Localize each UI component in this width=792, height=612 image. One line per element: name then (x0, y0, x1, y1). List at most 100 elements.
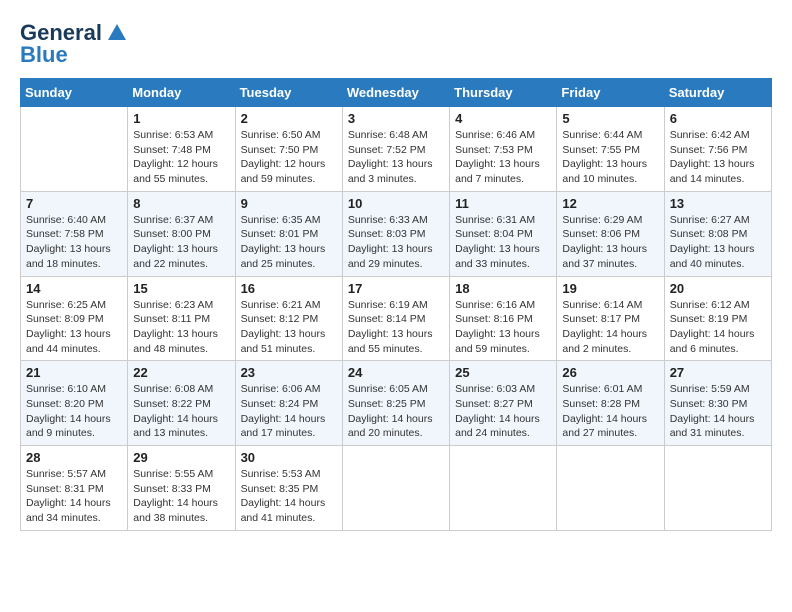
day-of-week-saturday: Saturday (664, 79, 771, 107)
calendar-cell: 3 Sunrise: 6:48 AM Sunset: 7:52 PM Daylig… (342, 107, 449, 192)
calendar-cell (664, 446, 771, 531)
day-of-week-thursday: Thursday (450, 79, 557, 107)
cell-content: Sunrise: 6:25 AM Sunset: 8:09 PM Dayligh… (26, 298, 122, 357)
calendar-cell: 13Sunrise: 6:27 AM Sunset: 8:08 PM Dayli… (664, 191, 771, 276)
day-number: 2 (241, 111, 337, 126)
day-of-week-tuesday: Tuesday (235, 79, 342, 107)
calendar-cell: 7 Sunrise: 6:40 AM Sunset: 7:58 PM Daylig… (21, 191, 128, 276)
page-header: General Blue (20, 20, 772, 68)
calendar-cell: 19 Sunrise: 6:14 AM Sunset: 8:17 PM Dayli… (557, 276, 664, 361)
calendar-week-1: 1Sunrise: 6:53 AM Sunset: 7:48 PM Daylig… (21, 107, 772, 192)
calendar-cell: 18Sunrise: 6:16 AM Sunset: 8:16 PM Dayli… (450, 276, 557, 361)
day-number: 1 (133, 111, 229, 126)
logo: General Blue (20, 20, 128, 68)
calendar-cell: 1Sunrise: 6:53 AM Sunset: 7:48 PM Daylig… (128, 107, 235, 192)
calendar-cell: 22Sunrise: 6:08 AM Sunset: 8:22 PM Dayli… (128, 361, 235, 446)
calendar-cell: 27 Sunrise: 5:59 AM Sunset: 8:30 PM Dayli… (664, 361, 771, 446)
day-number: 6 (670, 111, 766, 126)
calendar-cell: 10Sunrise: 6:33 AM Sunset: 8:03 PM Dayli… (342, 191, 449, 276)
calendar-header-row: SundayMondayTuesdayWednesdayThursdayFrid… (21, 79, 772, 107)
cell-content: Sunrise: 6:21 AM Sunset: 8:12 PM Dayligh… (241, 298, 337, 357)
calendar-cell: 20 Sunrise: 6:12 AM Sunset: 8:19 PM Dayli… (664, 276, 771, 361)
day-number: 11 (455, 196, 551, 211)
cell-content: Sunrise: 6:50 AM Sunset: 7:50 PM Dayligh… (241, 128, 337, 187)
day-number: 30 (241, 450, 337, 465)
cell-content: Sunrise: 6:46 AM Sunset: 7:53 PM Dayligh… (455, 128, 551, 187)
cell-content: Sunrise: 5:59 AM Sunset: 8:30 PM Dayligh… (670, 382, 766, 441)
day-number: 9 (241, 196, 337, 211)
day-number: 5 (562, 111, 658, 126)
day-number: 7 (26, 196, 122, 211)
calendar-cell: 28 Sunrise: 5:57 AM Sunset: 8:31 PM Dayli… (21, 446, 128, 531)
cell-content: Sunrise: 6:01 AM Sunset: 8:28 PM Dayligh… (562, 382, 658, 441)
day-number: 20 (670, 281, 766, 296)
day-number: 14 (26, 281, 122, 296)
calendar-cell: 29 Sunrise: 5:55 AM Sunset: 8:33 PM Dayli… (128, 446, 235, 531)
day-number: 10 (348, 196, 444, 211)
day-of-week-wednesday: Wednesday (342, 79, 449, 107)
logo-icon (106, 22, 128, 44)
cell-content: Sunrise: 5:53 AM Sunset: 8:35 PM Dayligh… (241, 467, 337, 526)
calendar-week-2: 7 Sunrise: 6:40 AM Sunset: 7:58 PM Daylig… (21, 191, 772, 276)
calendar-cell: 2 Sunrise: 6:50 AM Sunset: 7:50 PM Daylig… (235, 107, 342, 192)
calendar-cell (342, 446, 449, 531)
cell-content: Sunrise: 6:08 AM Sunset: 8:22 PM Dayligh… (133, 382, 229, 441)
calendar-cell (450, 446, 557, 531)
cell-content: Sunrise: 6:37 AM Sunset: 8:00 PM Dayligh… (133, 213, 229, 272)
cell-content: Sunrise: 6:10 AM Sunset: 8:20 PM Dayligh… (26, 382, 122, 441)
day-number: 19 (562, 281, 658, 296)
day-number: 25 (455, 365, 551, 380)
calendar-cell (557, 446, 664, 531)
day-number: 24 (348, 365, 444, 380)
calendar-cell: 5 Sunrise: 6:44 AM Sunset: 7:55 PM Daylig… (557, 107, 664, 192)
calendar-week-4: 21 Sunrise: 6:10 AM Sunset: 8:20 PM Dayli… (21, 361, 772, 446)
calendar-cell: 23 Sunrise: 6:06 AM Sunset: 8:24 PM Dayli… (235, 361, 342, 446)
calendar-cell: 12 Sunrise: 6:29 AM Sunset: 8:06 PM Dayli… (557, 191, 664, 276)
cell-content: Sunrise: 6:42 AM Sunset: 7:56 PM Dayligh… (670, 128, 766, 187)
day-of-week-monday: Monday (128, 79, 235, 107)
calendar-cell: 4Sunrise: 6:46 AM Sunset: 7:53 PM Daylig… (450, 107, 557, 192)
calendar-cell: 17 Sunrise: 6:19 AM Sunset: 8:14 PM Dayli… (342, 276, 449, 361)
day-number: 26 (562, 365, 658, 380)
calendar-week-3: 14 Sunrise: 6:25 AM Sunset: 8:09 PM Dayli… (21, 276, 772, 361)
cell-content: Sunrise: 5:57 AM Sunset: 8:31 PM Dayligh… (26, 467, 122, 526)
calendar-cell: 30 Sunrise: 5:53 AM Sunset: 8:35 PM Dayli… (235, 446, 342, 531)
cell-content: Sunrise: 6:29 AM Sunset: 8:06 PM Dayligh… (562, 213, 658, 272)
day-number: 28 (26, 450, 122, 465)
calendar-week-5: 28 Sunrise: 5:57 AM Sunset: 8:31 PM Dayli… (21, 446, 772, 531)
day-number: 12 (562, 196, 658, 211)
day-number: 17 (348, 281, 444, 296)
day-number: 3 (348, 111, 444, 126)
calendar-cell: 24Sunrise: 6:05 AM Sunset: 8:25 PM Dayli… (342, 361, 449, 446)
calendar-table: SundayMondayTuesdayWednesdayThursdayFrid… (20, 78, 772, 531)
logo-blue: Blue (20, 42, 68, 68)
day-of-week-friday: Friday (557, 79, 664, 107)
day-number: 29 (133, 450, 229, 465)
cell-content: Sunrise: 5:55 AM Sunset: 8:33 PM Dayligh… (133, 467, 229, 526)
day-number: 13 (670, 196, 766, 211)
day-number: 21 (26, 365, 122, 380)
cell-content: Sunrise: 6:23 AM Sunset: 8:11 PM Dayligh… (133, 298, 229, 357)
cell-content: Sunrise: 6:44 AM Sunset: 7:55 PM Dayligh… (562, 128, 658, 187)
calendar-cell: 21 Sunrise: 6:10 AM Sunset: 8:20 PM Dayli… (21, 361, 128, 446)
cell-content: Sunrise: 6:16 AM Sunset: 8:16 PM Dayligh… (455, 298, 551, 357)
calendar-cell: 16 Sunrise: 6:21 AM Sunset: 8:12 PM Dayli… (235, 276, 342, 361)
day-number: 8 (133, 196, 229, 211)
calendar-cell: 25 Sunrise: 6:03 AM Sunset: 8:27 PM Dayli… (450, 361, 557, 446)
calendar-cell: 14 Sunrise: 6:25 AM Sunset: 8:09 PM Dayli… (21, 276, 128, 361)
day-number: 23 (241, 365, 337, 380)
day-number: 15 (133, 281, 229, 296)
cell-content: Sunrise: 6:48 AM Sunset: 7:52 PM Dayligh… (348, 128, 444, 187)
cell-content: Sunrise: 6:19 AM Sunset: 8:14 PM Dayligh… (348, 298, 444, 357)
cell-content: Sunrise: 6:40 AM Sunset: 7:58 PM Dayligh… (26, 213, 122, 272)
cell-content: Sunrise: 6:35 AM Sunset: 8:01 PM Dayligh… (241, 213, 337, 272)
calendar-cell (21, 107, 128, 192)
cell-content: Sunrise: 6:03 AM Sunset: 8:27 PM Dayligh… (455, 382, 551, 441)
day-number: 27 (670, 365, 766, 380)
day-number: 16 (241, 281, 337, 296)
calendar-cell: 11Sunrise: 6:31 AM Sunset: 8:04 PM Dayli… (450, 191, 557, 276)
cell-content: Sunrise: 6:06 AM Sunset: 8:24 PM Dayligh… (241, 382, 337, 441)
cell-content: Sunrise: 6:12 AM Sunset: 8:19 PM Dayligh… (670, 298, 766, 357)
cell-content: Sunrise: 6:14 AM Sunset: 8:17 PM Dayligh… (562, 298, 658, 357)
calendar-cell: 15 Sunrise: 6:23 AM Sunset: 8:11 PM Dayli… (128, 276, 235, 361)
